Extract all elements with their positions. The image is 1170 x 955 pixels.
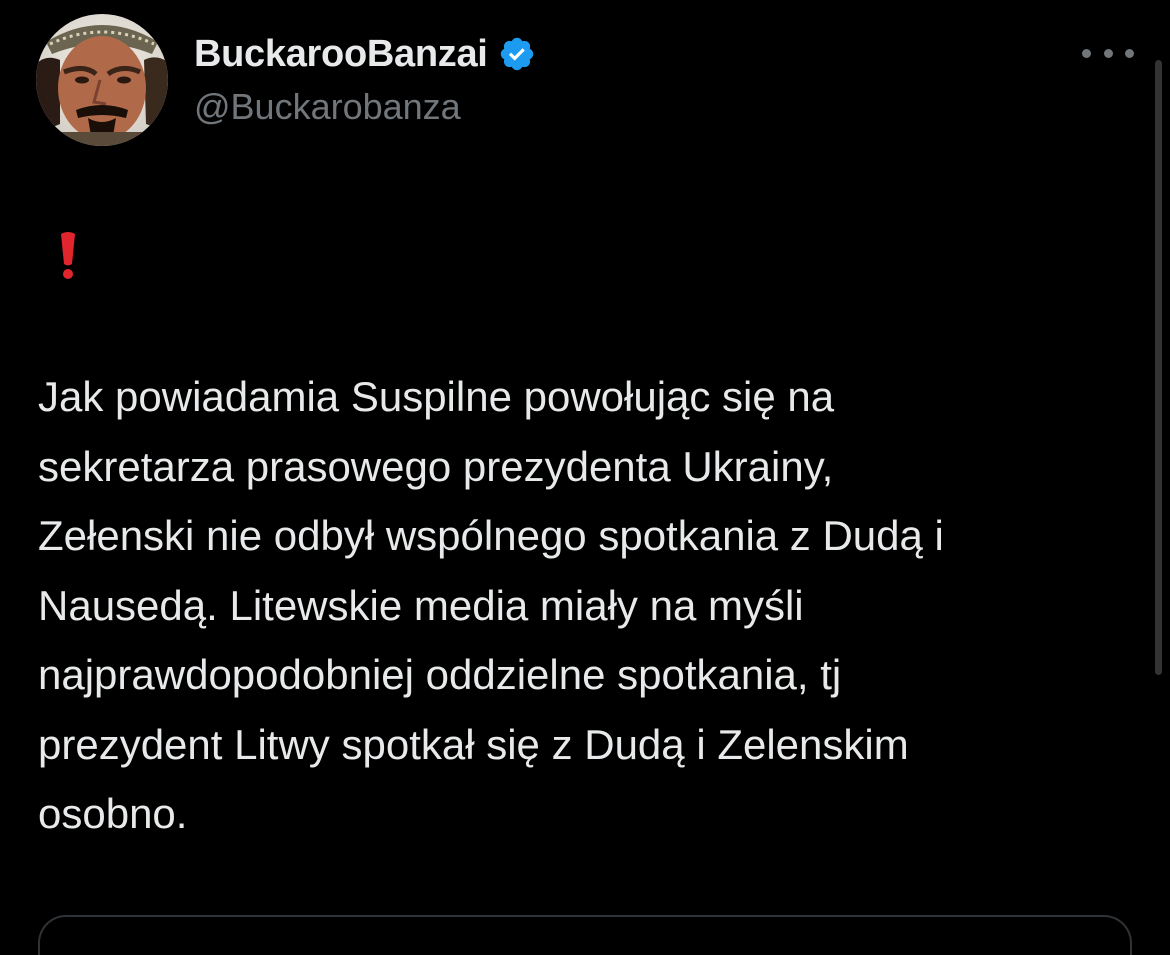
tweet-text-line: Jak powiadamia Suspilne powołując się na	[38, 373, 835, 420]
tweet-text-line: osobno.	[38, 790, 188, 837]
avatar[interactable]	[36, 14, 168, 146]
display-name[interactable]: BuckarooBanzai	[194, 33, 488, 76]
tweet-text-line: najprawdopodobniej oddzielne spotkania, …	[38, 651, 842, 698]
more-options-button[interactable]	[1082, 38, 1134, 68]
embedded-card[interactable]	[38, 915, 1132, 955]
verified-badge-icon[interactable]	[498, 35, 536, 73]
more-horizontal-icon-dot	[1125, 48, 1134, 58]
tweet-text-line: prezydent Litwy spotkał się z Dudą i Zel…	[38, 720, 909, 768]
tweet-text-line: sekretarza prasowego prezydenta Ukrainy,	[38, 442, 834, 490]
user-handle[interactable]: @Buckarobanza	[194, 86, 461, 128]
more-horizontal-icon-dot	[1103, 48, 1113, 58]
tweet-text-line: Zełenski nie odbył wspólnego spotkania z…	[38, 512, 944, 559]
author-name-row[interactable]: BuckarooBanzai	[194, 30, 536, 78]
tweet-text: Jak powiadamia Suspilne powołując się na…	[38, 362, 1148, 849]
tweet-text-line: Nausedą. Litewskie media miały na myśli	[38, 581, 804, 629]
scrollbar[interactable]	[1155, 60, 1162, 675]
more-horizontal-icon	[1082, 48, 1091, 58]
exclamation-emoji	[48, 230, 88, 280]
